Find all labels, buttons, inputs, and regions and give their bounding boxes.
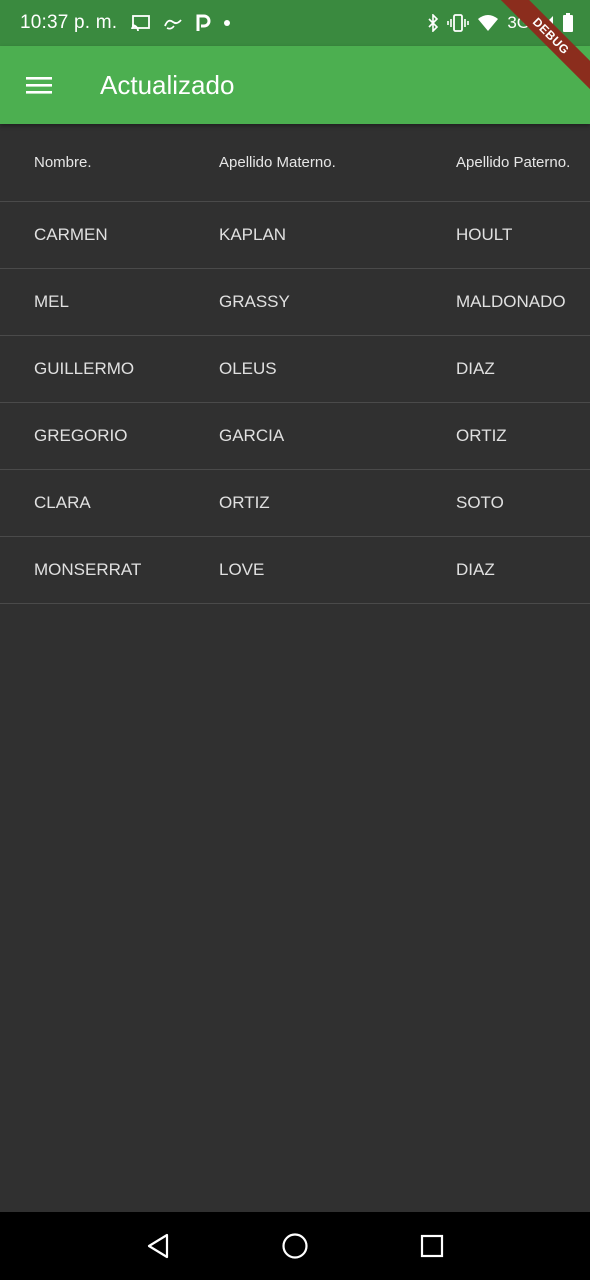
cell-apellido-materno: OLEUS: [219, 359, 277, 378]
cell-apellido-paterno: ORTIZ: [456, 426, 507, 445]
cell-nombre: MONSERRAT: [34, 560, 142, 579]
link-icon: [163, 16, 183, 30]
status-notification-icons: [131, 14, 231, 32]
data-table: Nombre. Apellido Materno. Apellido Pater…: [0, 124, 590, 604]
cell-nombre: GUILLERMO: [34, 359, 135, 378]
back-icon: [146, 1233, 170, 1259]
home-button[interactable]: [265, 1216, 325, 1276]
cell-nombre: CLARA: [34, 493, 91, 512]
parking-icon: [195, 14, 211, 32]
status-time: 10:37 p. m.: [20, 12, 118, 33]
cell-nombre: MEL: [34, 292, 69, 311]
cell-apellido-paterno: DIAZ: [456, 560, 495, 579]
header-nombre[interactable]: Nombre.: [34, 154, 92, 171]
cell-apellido-paterno: MALDONADO: [456, 292, 566, 311]
table-row[interactable]: GUILLERMO OLEUS DIAZ: [0, 336, 590, 403]
battery-icon: [562, 13, 574, 33]
hamburger-menu-icon: [25, 75, 53, 95]
bluetooth-icon: [427, 14, 439, 32]
system-navigation-bar: [0, 1212, 590, 1280]
header-apellido-materno[interactable]: Apellido Materno.: [219, 154, 336, 171]
table-row[interactable]: MONSERRAT LOVE DIAZ: [0, 537, 590, 604]
home-icon: [281, 1232, 309, 1260]
header-apellido-paterno[interactable]: Apellido Paterno.: [456, 154, 570, 171]
cell-apellido-materno: LOVE: [219, 560, 265, 579]
wifi-icon: [477, 14, 499, 32]
cell-apellido-materno: GARCIA: [219, 426, 285, 445]
status-system-icons: 3G: [427, 13, 574, 33]
table-row[interactable]: CARMEN KAPLAN HOULT: [0, 202, 590, 269]
back-button[interactable]: [128, 1216, 188, 1276]
cell-apellido-materno: ORTIZ: [219, 493, 270, 512]
recents-button[interactable]: [402, 1216, 462, 1276]
table-row[interactable]: GREGORIO GARCIA ORTIZ: [0, 403, 590, 470]
cell-apellido-paterno: DIAZ: [456, 359, 495, 378]
menu-button[interactable]: [0, 46, 78, 124]
app-bar: Actualizado: [0, 46, 590, 124]
cast-icon: [131, 15, 151, 31]
cell-apellido-materno: KAPLAN: [219, 225, 287, 244]
recents-icon: [420, 1234, 444, 1258]
cell-apellido-paterno: HOULT: [456, 225, 513, 244]
dot-icon: [223, 19, 231, 27]
page-title: Actualizado: [100, 69, 235, 100]
table-row[interactable]: CLARA ORTIZ SOTO: [0, 470, 590, 537]
cell-apellido-paterno: SOTO: [456, 493, 504, 512]
cell-nombre: GREGORIO: [34, 426, 128, 445]
network-type: 3G: [507, 13, 530, 32]
signal-icon: [538, 15, 554, 31]
cell-nombre: CARMEN: [34, 225, 108, 244]
status-bar: 10:37 p. m. 3G: [0, 0, 590, 46]
cell-apellido-materno: GRASSY: [219, 292, 290, 311]
table-row[interactable]: MEL GRASSY MALDONADO: [0, 269, 590, 336]
table-header-row: Nombre. Apellido Materno. Apellido Pater…: [0, 124, 590, 202]
vibrate-icon: [447, 14, 470, 32]
